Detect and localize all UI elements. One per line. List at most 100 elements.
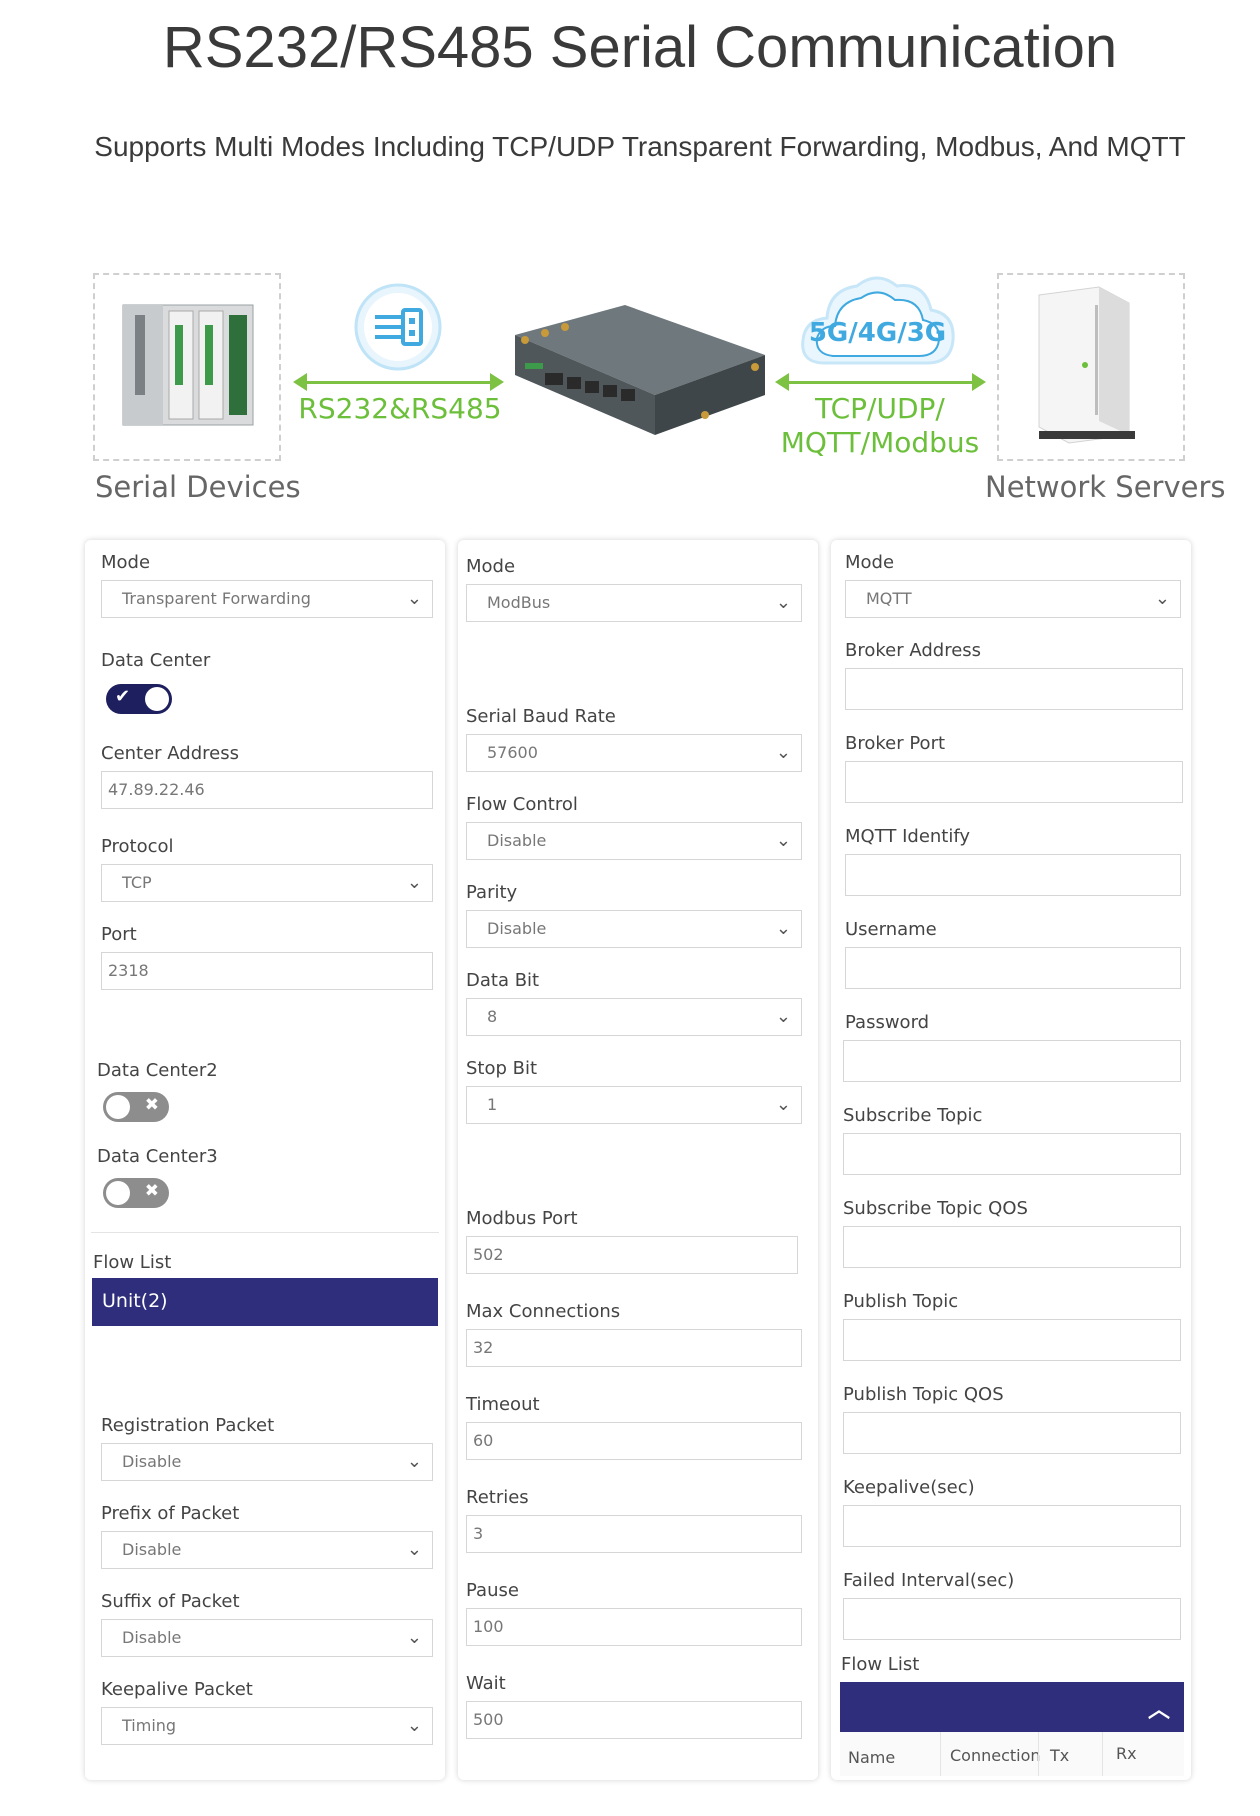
flow-control-select[interactable]: Disable ⌄: [466, 822, 802, 860]
mode-select[interactable]: ModBus ⌄: [466, 584, 802, 622]
chevron-down-icon: ⌄: [406, 872, 422, 893]
parity-label: Parity: [466, 882, 518, 903]
right-link-label-1: TCP/UDP/: [815, 392, 945, 425]
data-bit-label: Data Bit: [466, 970, 540, 991]
broker-address-label: Broker Address: [845, 640, 982, 661]
data-bit-select[interactable]: 8 ⌄: [466, 998, 802, 1036]
keepalive-packet-select[interactable]: Timing ⌄: [101, 1707, 433, 1745]
protocol-select-value: TCP: [122, 873, 152, 892]
unit-label: Unit(2): [102, 1290, 168, 1312]
stop-bit-select[interactable]: 1 ⌄: [466, 1086, 802, 1124]
subscribe-topic-input[interactable]: [843, 1133, 1181, 1175]
chevron-down-icon: ⌄: [775, 1006, 791, 1027]
column-divider: [1102, 1732, 1103, 1776]
chevron-down-icon: ⌄: [775, 1094, 791, 1115]
retries-input[interactable]: 3: [466, 1515, 802, 1553]
wait-input[interactable]: 500: [466, 1701, 802, 1739]
column-tx: Tx: [1050, 1746, 1070, 1765]
modbus-port-input[interactable]: 502: [466, 1236, 798, 1274]
baud-rate-value: 57600: [487, 743, 538, 762]
column-divider: [1038, 1732, 1039, 1776]
keepalive-sec-input[interactable]: [843, 1505, 1181, 1547]
page-title: RS232/RS485 Serial Communication: [162, 15, 1118, 80]
right-link-arrow: [775, 373, 986, 391]
mode-select[interactable]: Transparent Forwarding ⌄: [101, 580, 433, 618]
timeout-input[interactable]: 60: [466, 1422, 802, 1460]
serial-devices-label: Serial Devices: [95, 470, 301, 504]
broker-address-input[interactable]: [845, 668, 1183, 710]
password-label: Password: [845, 1012, 930, 1033]
pause-label: Pause: [466, 1580, 519, 1601]
chevron-down-icon: ⌄: [1154, 588, 1170, 609]
cloud-label: 5G/4G/3G: [808, 318, 947, 348]
data-center3-toggle[interactable]: ✖: [103, 1178, 169, 1208]
flow-list-table-header: Name Connection Tx Rx: [840, 1732, 1184, 1776]
router-image: [515, 305, 765, 435]
chevron-down-icon: ⌄: [775, 742, 791, 763]
mode-label: Mode: [845, 552, 895, 573]
toggle-knob: [145, 687, 169, 711]
max-connections-input[interactable]: 32: [466, 1329, 802, 1367]
stop-bit-value: 1: [487, 1095, 498, 1114]
data-center-toggle[interactable]: ✔: [106, 684, 172, 714]
data-center2-toggle[interactable]: ✖: [103, 1092, 169, 1122]
chevron-up-icon[interactable]: ︿: [1148, 1692, 1170, 1724]
chevron-down-icon: ⌄: [775, 918, 791, 939]
username-input[interactable]: [845, 947, 1181, 989]
baud-rate-select[interactable]: 57600 ⌄: [466, 734, 802, 772]
flow-list-label: Flow List: [841, 1654, 920, 1675]
prefix-packet-select[interactable]: Disable ⌄: [101, 1531, 433, 1569]
publish-qos-input[interactable]: [843, 1412, 1181, 1454]
port-label: Port: [101, 924, 137, 945]
flow-list-unit-bar[interactable]: Unit(2): [92, 1278, 438, 1326]
registration-packet-label: Registration Packet: [101, 1415, 275, 1436]
pause-input[interactable]: 100: [466, 1608, 802, 1646]
password-input[interactable]: [843, 1040, 1181, 1082]
mqtt-identify-label: MQTT Identify: [845, 826, 971, 847]
network-servers-label: Network Servers: [985, 470, 1226, 504]
center-address-input[interactable]: 47.89.22.46: [101, 771, 433, 809]
port-input[interactable]: 2318: [101, 952, 433, 990]
flow-list-header-bar[interactable]: ︿: [840, 1682, 1184, 1732]
failed-interval-label: Failed Interval(sec): [843, 1570, 1015, 1591]
prefix-packet-label: Prefix of Packet: [101, 1503, 240, 1524]
registration-packet-select[interactable]: Disable ⌄: [101, 1443, 433, 1481]
broker-port-input[interactable]: [845, 761, 1183, 803]
server-image: [1038, 286, 1135, 444]
username-label: Username: [845, 919, 937, 940]
column-rx: Rx: [1116, 1744, 1137, 1763]
protocol-label: Protocol: [101, 836, 174, 857]
divider: [91, 1232, 439, 1233]
registration-packet-value: Disable: [122, 1452, 182, 1471]
chevron-down-icon: ⌄: [775, 830, 791, 851]
subscribe-qos-label: Subscribe Topic QOS: [843, 1198, 1028, 1219]
modbus-port-label: Modbus Port: [466, 1208, 578, 1229]
chevron-down-icon: ⌄: [406, 588, 422, 609]
subscribe-qos-input[interactable]: [843, 1226, 1181, 1268]
publish-topic-input[interactable]: [843, 1319, 1181, 1361]
serial-device-image: [122, 304, 254, 426]
parity-value: Disable: [487, 919, 547, 938]
mqtt-identify-input[interactable]: [845, 854, 1181, 896]
chevron-down-icon: ⌄: [406, 1715, 422, 1736]
toggle-knob: [106, 1181, 130, 1205]
stop-bit-label: Stop Bit: [466, 1058, 538, 1079]
transparent-forwarding-panel: Mode Transparent Forwarding ⌄ Data Cente…: [85, 540, 445, 1780]
chevron-down-icon: ⌄: [406, 1627, 422, 1648]
column-connection: Connection: [950, 1746, 1041, 1765]
left-link-label: RS232&RS485: [298, 392, 502, 425]
data-center2-label: Data Center2: [97, 1060, 218, 1081]
data-bit-value: 8: [487, 1007, 498, 1026]
suffix-packet-select[interactable]: Disable ⌄: [101, 1619, 433, 1657]
flow-control-value: Disable: [487, 831, 547, 850]
timeout-label: Timeout: [466, 1394, 540, 1415]
keepalive-packet-label: Keepalive Packet: [101, 1679, 253, 1700]
mode-select[interactable]: MQTT ⌄: [845, 580, 1181, 618]
prefix-packet-value: Disable: [122, 1540, 182, 1559]
data-center3-label: Data Center3: [97, 1146, 218, 1167]
protocol-select[interactable]: TCP ⌄: [101, 864, 433, 902]
wait-label: Wait: [466, 1673, 506, 1694]
serial-port-icon: [354, 283, 442, 371]
parity-select[interactable]: Disable ⌄: [466, 910, 802, 948]
failed-interval-input[interactable]: [843, 1598, 1181, 1640]
